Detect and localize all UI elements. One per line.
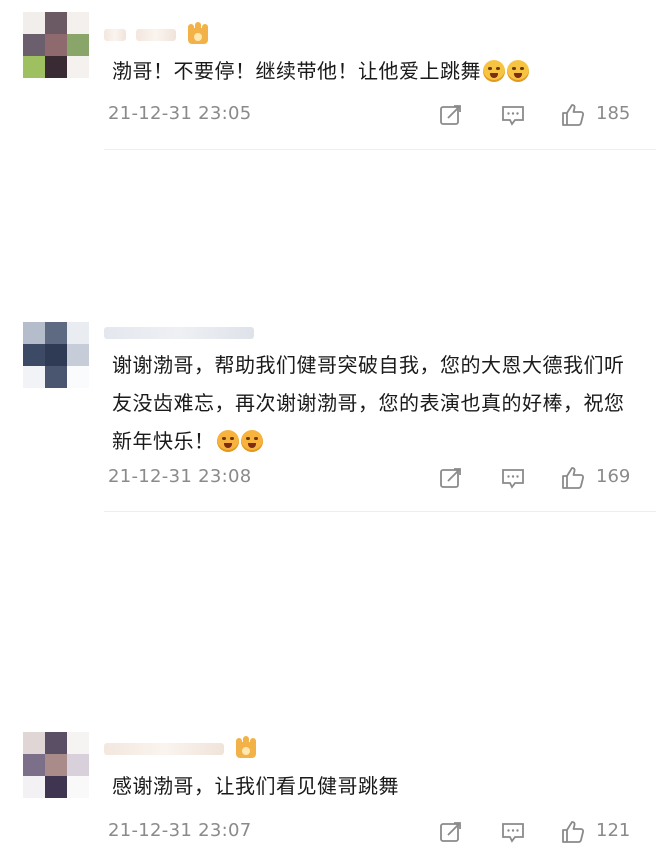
- username[interactable]: [104, 22, 210, 46]
- comment-text-content: 渤哥！不要停！继续带他！让他爱上跳舞: [112, 59, 481, 83]
- comment-icon[interactable]: [500, 102, 526, 128]
- thumbs-up-icon[interactable]: [560, 102, 586, 128]
- share-icon[interactable]: [438, 819, 464, 845]
- comment-text: 渤哥！不要停！继续带他！让他爱上跳舞: [112, 52, 632, 90]
- crown-badge-icon: [234, 736, 258, 760]
- comment-item-3: 感谢渤哥，让我们看见健哥跳舞 21-12-31 23:07 121: [0, 362, 656, 843]
- comment-meta: 21-12-31 23:07 121: [108, 817, 648, 847]
- comment-item-1: 渤哥！不要停！继续带他！让他爱上跳舞 21-12-31 23:05 185: [0, 0, 656, 150]
- crown-badge-icon: [186, 22, 210, 46]
- comment-text: 感谢渤哥，让我们看见健哥跳舞: [112, 767, 632, 805]
- username[interactable]: [104, 736, 258, 760]
- timestamp: 21-12-31 23:05: [108, 103, 252, 124]
- comment-item-2: 谢谢渤哥，帮助我们健哥突破自我，您的大恩大德我们听友没齿难忘，再次谢谢渤哥，您的…: [0, 150, 656, 512]
- comment-meta: 21-12-31 23:05 185: [108, 100, 648, 130]
- like-count: 185: [596, 103, 631, 124]
- username-blurred: [104, 327, 254, 339]
- share-icon[interactable]: [438, 102, 464, 128]
- avatar[interactable]: [23, 732, 89, 798]
- like-count: 121: [596, 820, 631, 841]
- username[interactable]: [104, 322, 254, 344]
- username-blurred: [136, 29, 176, 41]
- face-emoji-icon: [483, 60, 505, 82]
- face-emoji-icon: [507, 60, 529, 82]
- comment-text-content: 感谢渤哥，让我们看见健哥跳舞: [112, 774, 399, 798]
- thumbs-up-icon[interactable]: [560, 819, 586, 845]
- username-blurred: [104, 743, 224, 755]
- username-blurred: [104, 29, 126, 41]
- comment-icon[interactable]: [500, 819, 526, 845]
- avatar[interactable]: [23, 12, 89, 78]
- timestamp: 21-12-31 23:07: [108, 820, 252, 841]
- divider: [104, 511, 656, 512]
